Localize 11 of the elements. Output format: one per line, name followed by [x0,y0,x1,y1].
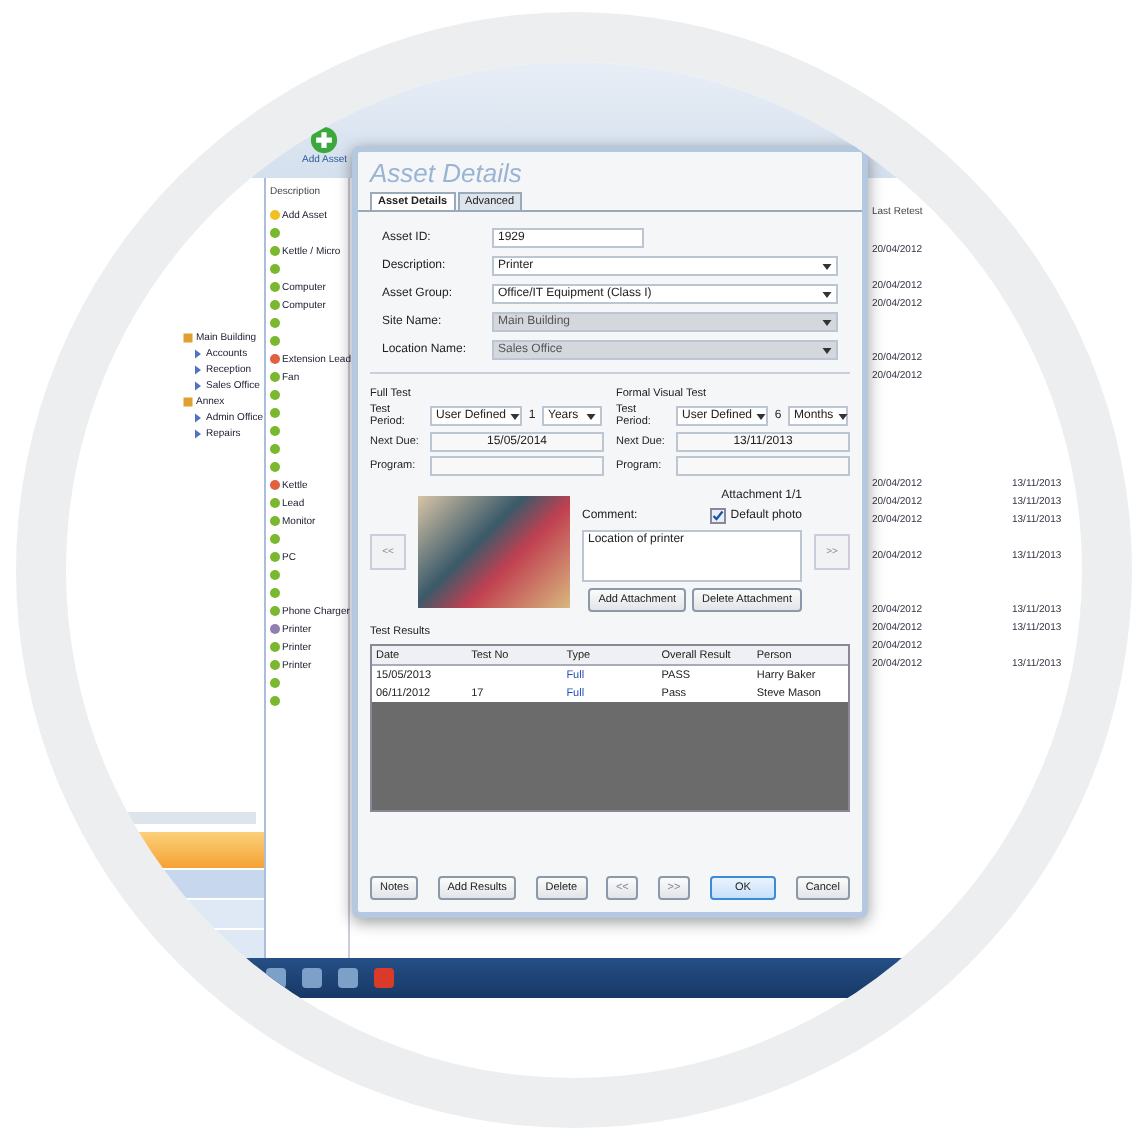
caret-icon [822,263,832,269]
caret-icon [822,291,832,297]
caret-icon [586,413,596,419]
plus-icon [310,126,339,154]
caret-icon [510,413,521,419]
caret-icon [837,413,848,419]
caret-icon [822,319,832,325]
dialog-title: Asset Details [367,156,524,192]
checkbox[interactable] [710,508,727,524]
caret-icon [822,347,832,353]
caret-icon [756,413,767,419]
